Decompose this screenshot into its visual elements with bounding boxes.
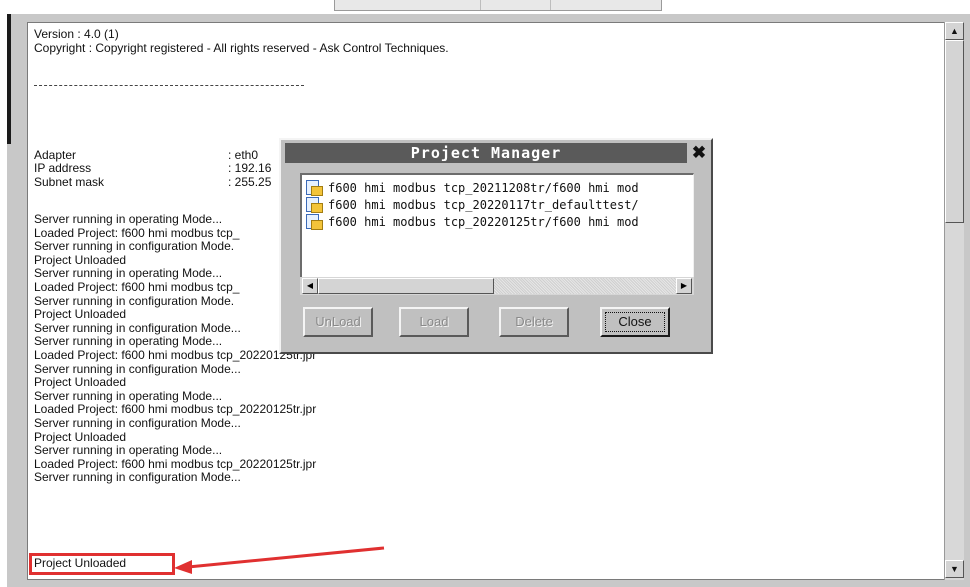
log-line: Server running in configuration Mode... [34, 470, 241, 485]
project-name: f600 hmi modbus tcp_20211208tr/f600 hmi … [328, 181, 639, 195]
dialog-title[interactable]: Project Manager [285, 143, 687, 163]
triangle-right-icon: ▶ [680, 281, 688, 290]
log-line: Server running in configuration Mode... [34, 361, 241, 376]
project-file-icon [306, 214, 323, 230]
frame-dark-edge [7, 14, 11, 144]
log-line: Loaded Project: f600 hmi modbus tcp_2022… [34, 402, 317, 417]
ip-address-label: IP address [34, 161, 92, 175]
separator-line [34, 85, 304, 86]
highlight-annotation-box [29, 553, 175, 575]
log-vertical-scrollbar[interactable]: ▲ ▼ [944, 22, 964, 580]
log-line: Loaded Project: f600 hmi modbus tcp_ [34, 280, 240, 294]
triangle-left-icon: ◀ [306, 281, 314, 290]
log-line: Project Unloaded [34, 429, 127, 444]
focus-rectangle [605, 312, 665, 332]
load-button[interactable]: Load [399, 307, 469, 337]
version-line: Version : 4.0 (1) [34, 27, 119, 41]
horizontal-scrollbar-thumb[interactable] [318, 278, 494, 294]
log-line: Server running in configuration Mode... [34, 320, 241, 335]
triangle-down-icon: ▼ [950, 564, 959, 574]
log-line: Server running in operating Mode... [34, 266, 223, 281]
log-line: Loaded Project: f600 hmi modbus tcp_2022… [34, 348, 317, 362]
log-line: Server running in operating Mode... [34, 334, 223, 349]
scrollbar-thumb[interactable] [945, 40, 964, 223]
project-list-item[interactable]: f600 hmi modbus tcp_20220125tr/f600 hmi … [306, 214, 639, 231]
project-name: f600 hmi modbus tcp_20220125tr/f600 hmi … [328, 215, 639, 229]
log-line: Server running in configuration Mode. [34, 293, 235, 308]
unload-button[interactable]: UnLoad [303, 307, 373, 337]
project-list-item[interactable]: f600 hmi modbus tcp_20220117tr_defaultte… [306, 197, 639, 214]
toolbar-divider [480, 0, 481, 10]
log-line: Server running in configuration Mode... [34, 416, 241, 430]
log-line: Project Unloaded [34, 375, 127, 390]
close-button[interactable]: Close [600, 307, 670, 337]
scroll-left-button[interactable]: ◀ [302, 278, 318, 294]
log-line: Server running in operating Mode... [34, 443, 223, 458]
scroll-up-button[interactable]: ▲ [945, 22, 964, 40]
log-line: Server running in operating Mode... [34, 388, 223, 403]
scroll-down-button[interactable]: ▼ [945, 560, 964, 578]
project-file-icon [306, 197, 323, 213]
log-line: Server running in configuration Mode. [34, 239, 235, 254]
log-line: Project Unloaded [34, 252, 127, 267]
scroll-right-button[interactable]: ▶ [676, 278, 692, 294]
delete-button[interactable]: Delete [499, 307, 569, 337]
triangle-up-icon: ▲ [950, 26, 959, 36]
horizontal-scrollbar-track[interactable] [494, 278, 676, 294]
project-name: f600 hmi modbus tcp_20220117tr_defaultte… [328, 198, 639, 212]
subnet-mask-value: : 255.25 [228, 175, 272, 189]
ip-address-value: : 192.16 [228, 161, 272, 175]
log-line: Loaded Project: f600 hmi modbus tcp_2022… [34, 456, 317, 471]
project-list-item[interactable]: f600 hmi modbus tcp_20211208tr/f600 hmi … [306, 180, 639, 197]
subnet-mask-label: Subnet mask [34, 175, 105, 189]
project-list-horizontal-scrollbar[interactable]: ◀ ▶ [300, 277, 694, 295]
toolbar-divider [550, 0, 551, 10]
top-toolbar-fragment [334, 0, 662, 11]
copyright-line: Copyright : Copyright registered - All r… [34, 41, 449, 55]
annotation-arrow-icon [174, 546, 385, 574]
log-line: Loaded Project: f600 hmi modbus tcp_ [34, 225, 240, 240]
dialog-close-icon[interactable]: ✖ [690, 143, 708, 163]
project-manager-dialog: Project Manager ✖ f600 hmi modbus tcp_20… [279, 138, 713, 354]
log-line: Server running in operating Mode... [34, 212, 223, 226]
project-file-icon [306, 180, 323, 196]
log-line: Project Unloaded [34, 307, 127, 322]
